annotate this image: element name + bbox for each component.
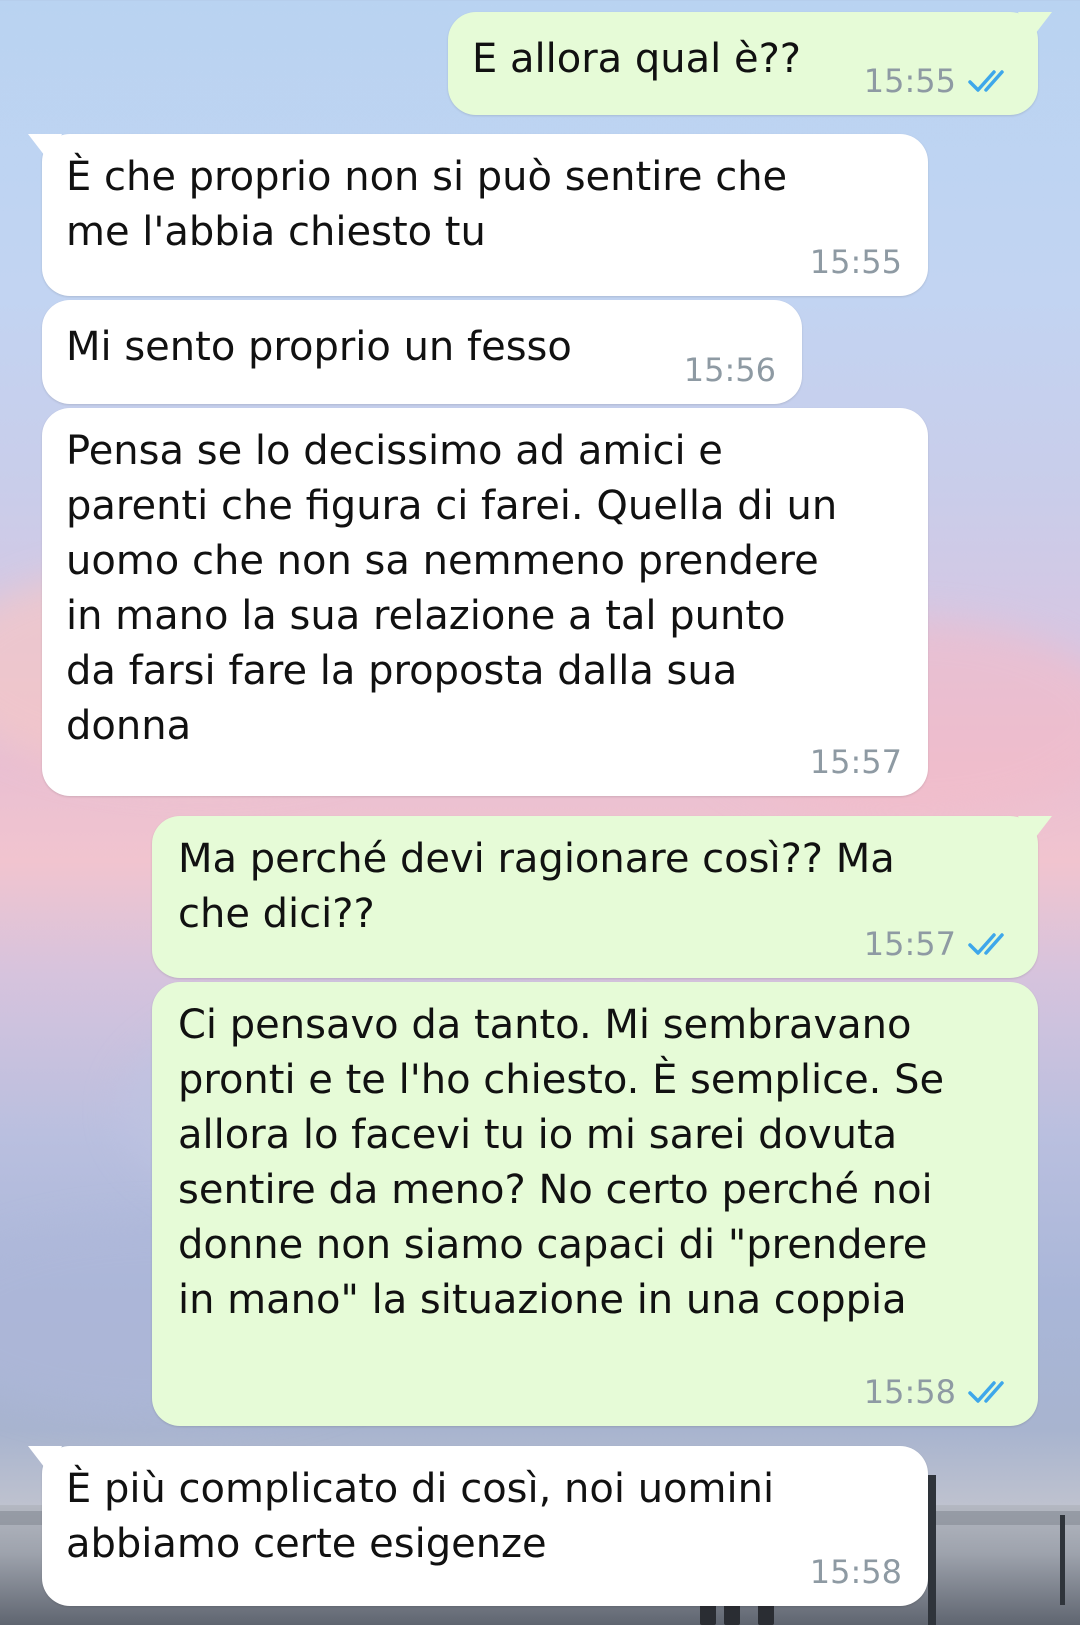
message-text: È più complicato di così, noi uomini abb… [66, 1466, 775, 1567]
message-timestamp: 15:58 [863, 1373, 956, 1411]
double-check-read-icon [968, 70, 1004, 92]
message-text: È che proprio non si può sentire che me … [66, 154, 788, 255]
chat-bubble-incoming[interactable]: Pensa se lo decissimo ad amici e parenti… [42, 408, 928, 796]
bubble-tail [28, 1446, 62, 1472]
message-text: Pensa se lo decissimo ad amici e parenti… [66, 428, 838, 749]
chat-bubble-outgoing[interactable]: Ma perché devi ragionare così?? Ma che d… [152, 816, 1052, 978]
bubble-tail [28, 134, 62, 160]
message-text: Ci pensavo da tanto. Mi sembravano pront… [178, 1002, 945, 1323]
chat-bubble-incoming[interactable]: Mi sento proprio un fesso 15:56 [42, 300, 802, 404]
double-check-read-icon [968, 1381, 1004, 1403]
message-timestamp: 15:58 [809, 1553, 902, 1591]
chat-bubble-incoming[interactable]: È che proprio non si può sentire che me … [28, 134, 928, 296]
bubble-tail [1018, 12, 1052, 38]
chat-bubble-outgoing[interactable]: Ci pensavo da tanto. Mi sembravano pront… [152, 982, 1038, 1426]
message-text: Mi sento proprio un fesso [66, 324, 572, 370]
double-check-read-icon [968, 933, 1004, 955]
chat-bubble-outgoing[interactable]: E allora qual è?? 15:55 [448, 12, 1052, 115]
message-timestamp: 15:55 [863, 62, 956, 100]
bubble-tail [1018, 816, 1052, 842]
message-timestamp: 15:55 [809, 243, 902, 281]
message-timestamp: 15:57 [809, 743, 902, 781]
message-timestamp: 15:57 [863, 925, 956, 963]
message-timestamp: 15:56 [683, 351, 776, 389]
chat-bubble-incoming[interactable]: È più complicato di così, noi uomini abb… [28, 1446, 928, 1606]
